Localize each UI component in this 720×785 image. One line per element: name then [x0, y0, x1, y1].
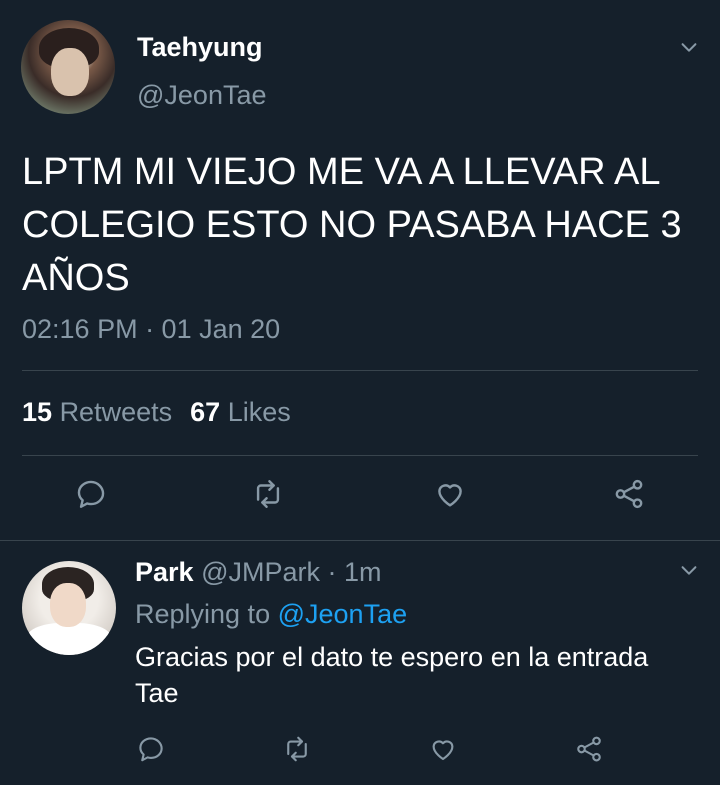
- reply-text: Gracias por el dato te espero en la entr…: [135, 642, 649, 708]
- chevron-down-icon[interactable]: [678, 559, 700, 581]
- reply-tweet[interactable]: Park @JMPark · 1m Replying to @JeonTae G…: [0, 541, 720, 785]
- avatar-face: [50, 583, 86, 627]
- like-icon[interactable]: [433, 477, 467, 511]
- avatar[interactable]: [22, 561, 116, 655]
- share-icon[interactable]: [574, 734, 604, 764]
- tweet-stats: 15 Retweets 67 Likes: [22, 397, 291, 428]
- avatar-face: [51, 48, 89, 96]
- retweets-label: Retweets: [59, 397, 173, 427]
- divider: [22, 370, 698, 371]
- likes-label: Likes: [227, 397, 291, 427]
- avatar-shirt: [26, 623, 112, 655]
- divider: [22, 455, 698, 456]
- like-icon[interactable]: [428, 734, 458, 764]
- reply-icon[interactable]: [136, 734, 166, 764]
- tweet-text: LPTM MI VIEJO ME VA A LLEVAR AL COLEGIO …: [22, 151, 682, 299]
- mention-link[interactable]: @JeonTae: [278, 599, 408, 629]
- avatar[interactable]: [21, 20, 115, 114]
- reply-time: · 1m: [327, 557, 382, 587]
- share-icon[interactable]: [612, 477, 646, 511]
- reply-header: Park @JMPark · 1m: [135, 557, 382, 588]
- retweets-count: 15: [22, 397, 53, 427]
- display-name[interactable]: Taehyung: [137, 32, 263, 63]
- user-handle[interactable]: @JeonTae: [137, 80, 267, 111]
- likes-count: 67: [190, 397, 221, 427]
- display-name[interactable]: Park: [135, 557, 194, 587]
- retweets-stat[interactable]: 15 Retweets: [22, 397, 172, 427]
- replying-to-label: Replying to: [135, 599, 271, 629]
- reply-icon[interactable]: [74, 477, 108, 511]
- retweet-icon[interactable]: [251, 477, 285, 511]
- chevron-down-icon[interactable]: [678, 36, 700, 58]
- likes-stat[interactable]: 67 Likes: [190, 397, 291, 427]
- main-tweet: Taehyung @JeonTae LPTM MI VIEJO ME VA A …: [0, 0, 720, 541]
- replying-to: Replying to @JeonTae: [135, 599, 407, 630]
- retweet-icon[interactable]: [282, 734, 312, 764]
- tweet-timestamp: 02:16 PM · 01 Jan 20: [22, 314, 281, 344]
- user-handle[interactable]: @JMPark: [201, 557, 320, 587]
